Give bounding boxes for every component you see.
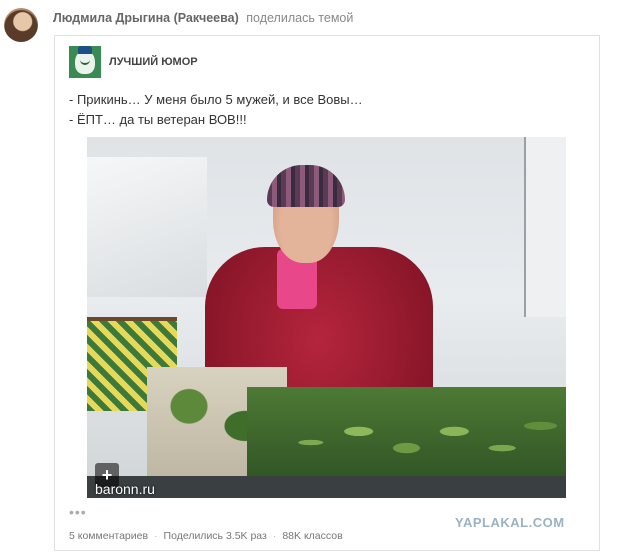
shared-post-card: ЛУЧШИЙ ЮМОР - Прикинь… У меня было 5 муж… — [54, 35, 600, 551]
group-name[interactable]: ЛУЧШИЙ ЮМОР — [109, 56, 198, 68]
post-text-line-1: - Прикинь… У меня было 5 мужей, и все Во… — [69, 92, 363, 107]
group-logo[interactable] — [69, 46, 101, 78]
share-header-text: Людмила Дрыгина (Ракчеева) поделилась те… — [53, 11, 353, 25]
author-name[interactable]: Людмила Дрыгина (Ракчеева) — [53, 11, 239, 25]
share-header: Людмила Дрыгина (Ракчеева) поделилась те… — [0, 0, 617, 42]
image-watermark: baronn.ru — [95, 481, 155, 497]
site-watermark: YAPLAKAL.COM — [455, 515, 565, 530]
post-text-line-2: - ЁПТ… да ты ветеран ВОВ!!! — [69, 112, 247, 127]
share-action-text: поделилась темой — [246, 11, 354, 25]
post-stats: 5 комментариев · Поделились 3.5K раз · 88K к… — [69, 530, 343, 542]
post-gif-image[interactable]: + baronn.ru — [87, 137, 566, 498]
comments-link[interactable]: 5 комментариев — [69, 530, 148, 542]
post-text: - Прикинь… У меня было 5 мужей, и все Во… — [69, 90, 363, 130]
more-options-icon[interactable]: ••• — [69, 504, 87, 520]
likes-link[interactable]: 88K классов — [282, 530, 342, 542]
user-avatar[interactable] — [4, 8, 38, 42]
shares-link[interactable]: Поделились 3.5K раз — [164, 530, 267, 542]
